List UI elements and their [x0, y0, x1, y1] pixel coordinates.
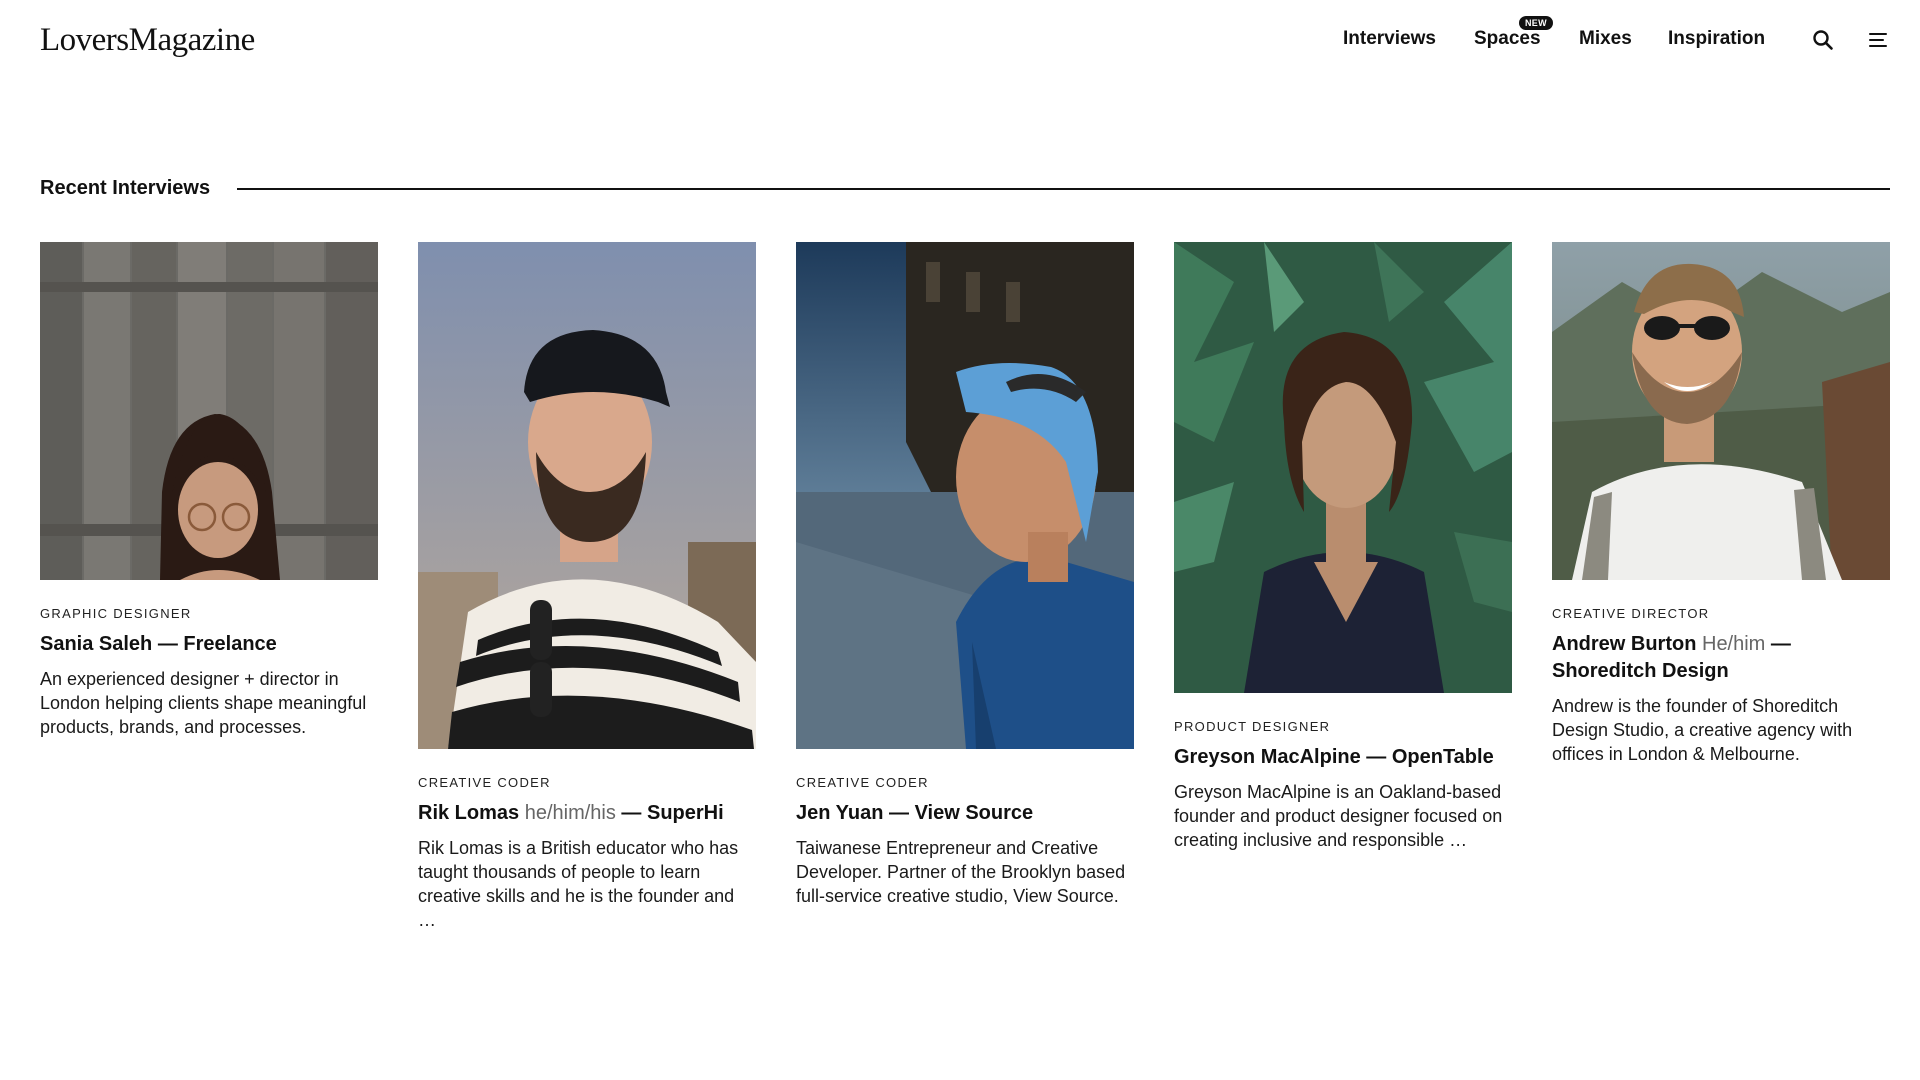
person-name: Rik Lomas	[418, 802, 520, 824]
portrait-photo[interactable]	[796, 242, 1134, 749]
nav-interviews[interactable]: Interviews	[1343, 28, 1436, 50]
main-nav: Interviews Spaces Mixes Inspiration	[0, 28, 1920, 52]
card-title[interactable]: Greyson MacAlpine — OpenTable	[1174, 744, 1512, 771]
card-description: Rik Lomas is a British educator who has …	[418, 838, 739, 930]
card-title[interactable]: Jen Yuan — View Source	[796, 800, 1134, 827]
nav-spaces[interactable]: Spaces	[1474, 28, 1541, 50]
search-button[interactable]	[1812, 29, 1834, 51]
person-name: Sania Saleh	[40, 633, 153, 655]
section-title: Recent Interviews	[40, 177, 211, 199]
person-name: Andrew Burton	[1552, 633, 1697, 655]
card-description: An experienced designer + director in Lo…	[40, 669, 367, 737]
person-name: Jen Yuan	[796, 802, 884, 824]
menu-icon	[1869, 33, 1887, 47]
card-title[interactable]: Sania Saleh — Freelance	[40, 631, 378, 658]
person-org: — SuperHi	[615, 802, 724, 824]
card-role: Creative Director	[1552, 606, 1710, 621]
interview-card[interactable]: Graphic Designer Sania Saleh — Freelance…	[40, 242, 378, 739]
interview-card[interactable]: Creative Coder Jen Yuan — View Source Ta…	[796, 242, 1134, 908]
section-divider	[237, 188, 1890, 190]
nav-mixes[interactable]: Mixes	[1579, 28, 1632, 50]
site-header: LoversMagazine Interviews Spaces Mixes I…	[0, 0, 1920, 80]
card-title[interactable]: Andrew Burton He/him — Shoreditch Design	[1552, 631, 1890, 685]
menu-button[interactable]	[1867, 29, 1889, 51]
card-title[interactable]: Rik Lomas he/him/his — SuperHi	[418, 800, 756, 827]
interview-card[interactable]: Creative Coder Rik Lomas he/him/his — Su…	[418, 242, 756, 932]
card-role: Creative Coder	[796, 775, 929, 790]
person-name: Greyson MacAlpine	[1174, 746, 1361, 768]
portrait-photo[interactable]	[40, 242, 378, 580]
card-role: Product Designer	[1174, 719, 1331, 734]
person-org: — OpenTable	[1360, 746, 1494, 768]
nav-inspiration[interactable]: Inspiration	[1668, 28, 1765, 50]
person-pronoun: he/him/his	[519, 802, 616, 824]
person-pronoun: He/him	[1696, 633, 1766, 655]
portrait-photo[interactable]	[1552, 242, 1890, 580]
portrait-photo[interactable]	[418, 242, 756, 749]
card-description: Taiwanese Entrepreneur and Creative Deve…	[796, 838, 1126, 906]
card-role: Graphic Designer	[40, 606, 192, 621]
interview-card[interactable]: Product Designer Greyson MacAlpine — Ope…	[1174, 242, 1512, 852]
person-org: — Freelance	[152, 633, 277, 655]
portrait-photo[interactable]	[1174, 242, 1512, 693]
card-description: Greyson MacAlpine is an Oakland-based fo…	[1174, 782, 1503, 850]
person-org: — View Source	[883, 802, 1034, 824]
card-description: Andrew is the founder of Shoreditch Desi…	[1552, 696, 1853, 764]
interview-card[interactable]: Creative Director Andrew Burton He/him —…	[1552, 242, 1890, 766]
new-badge: NEW	[1519, 16, 1553, 30]
search-icon	[1813, 30, 1833, 50]
card-role: Creative Coder	[418, 775, 551, 790]
